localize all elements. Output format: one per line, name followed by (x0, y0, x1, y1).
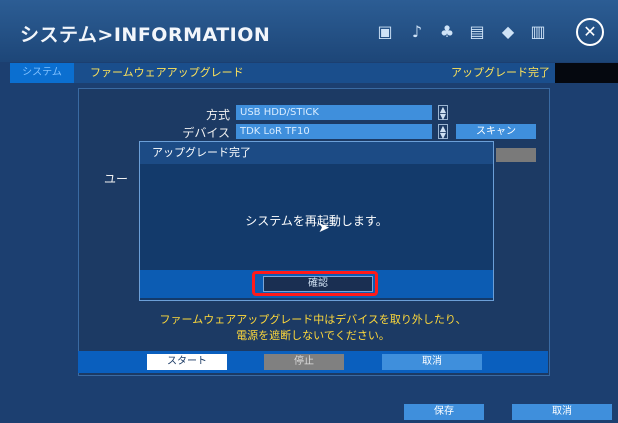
device-select[interactable]: TDK LoR TF10 (236, 124, 432, 139)
close-icon[interactable]: ✕ (576, 18, 604, 46)
warning-line-2: 電源を遮断しないでください。 (236, 329, 390, 342)
start-button[interactable]: スタート (147, 354, 227, 370)
method-select[interactable]: USB HDD/STICK (236, 105, 432, 120)
method-label: 方式 (205, 108, 230, 122)
tab-firmware-upgrade: ファームウェアアップグレード (90, 66, 244, 79)
warning-line-1: ファームウェアアップグレード中はデバイスを取り外したり、 (159, 313, 467, 326)
cancel-button[interactable]: 取消 (382, 354, 482, 370)
monitor-icon[interactable]: ▣ (375, 22, 395, 42)
disabled-button (496, 148, 536, 162)
device-label: デバイス (182, 126, 230, 140)
record-icon[interactable]: ♪ (407, 22, 427, 42)
tab-system[interactable]: システム (10, 63, 74, 83)
method-spinner-icon[interactable]: ▲ ▼ (438, 105, 448, 121)
device-spinner-icon[interactable]: ▲ ▼ (438, 124, 448, 140)
confirm-highlight-box (252, 271, 378, 296)
dialog-title: アップグレード完了 (140, 142, 493, 164)
user-label: ユー (104, 172, 129, 186)
camera-icon[interactable]: ◆ (498, 22, 518, 42)
footer-cancel-button[interactable]: 取消 (512, 404, 612, 420)
footer-save-button[interactable]: 保存 (404, 404, 484, 420)
scan-button[interactable]: スキャン (456, 124, 536, 139)
title-bar: システム>INFORMATION ▣ ♪ ♣ ▤ ◆ ▥ ✕ (0, 0, 618, 62)
storage-icon[interactable]: ▤ (467, 22, 487, 42)
tab-spacer (555, 63, 618, 83)
device-icon[interactable]: ▥ (528, 22, 548, 42)
stop-button: 停止 (264, 354, 344, 370)
network-icon[interactable]: ♣ (437, 22, 457, 42)
dialog-message: システムを再起動します。 (245, 214, 388, 228)
mouse-cursor-icon: ➤ (318, 220, 330, 236)
upgrade-status: アップグレード完了 (451, 66, 550, 79)
page-title: システム>INFORMATION (20, 24, 271, 46)
